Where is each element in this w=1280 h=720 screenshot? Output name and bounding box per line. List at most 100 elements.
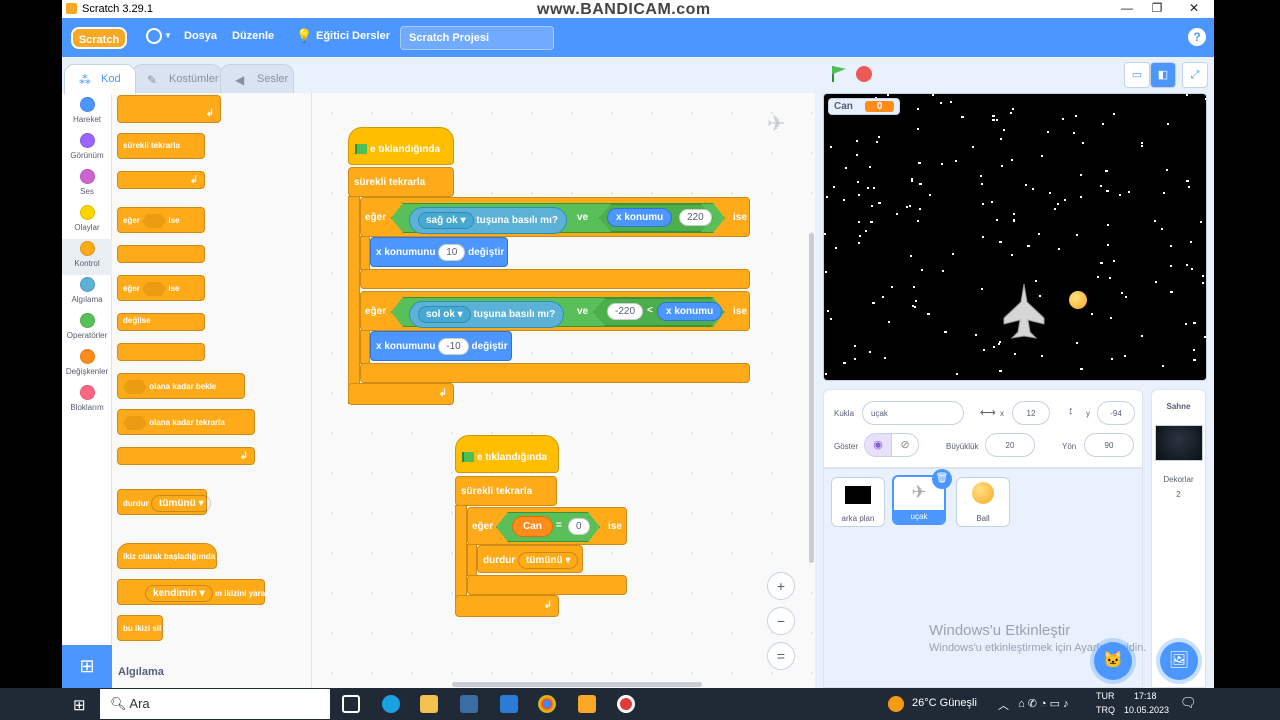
x-position-reporter[interactable]: x konumu xyxy=(607,208,673,227)
script2-stop-block[interactable]: durdur tümünü ▾ xyxy=(477,545,583,573)
clock-time[interactable]: 17:18 xyxy=(1134,691,1157,701)
zoom-in-button[interactable]: + xyxy=(767,572,795,600)
windows-start-icon[interactable]: ⊞ xyxy=(73,696,86,714)
menu-file[interactable]: Dosya xyxy=(184,30,217,42)
taskbar-search[interactable]: 🔍︎ Ara xyxy=(100,689,330,719)
normal-stage-icon[interactable]: ◧ xyxy=(1150,62,1176,88)
category-sensing[interactable]: Algılama xyxy=(62,277,112,304)
script1-if2-block[interactable]: eğer sol ok ▾ tuşuna basılı mı? ve -220 … xyxy=(360,291,750,331)
key-dropdown[interactable]: sağ ok ▾ xyxy=(418,212,474,229)
task-view-icon[interactable] xyxy=(342,695,360,713)
direction-input[interactable]: 90 xyxy=(1084,433,1134,457)
palette-if[interactable]: eğer ise xyxy=(117,207,205,233)
x-input[interactable]: 12 xyxy=(1012,401,1050,425)
bandicam-icon[interactable] xyxy=(617,695,635,713)
key-pressed-sensing[interactable]: sol ok ▾ tuşuna basılı mı? xyxy=(409,301,565,328)
mail-icon[interactable] xyxy=(500,695,518,713)
edge-icon[interactable] xyxy=(382,695,400,713)
eq-value-input[interactable]: 0 xyxy=(568,518,590,535)
change-x-input[interactable]: -10 xyxy=(438,338,469,355)
category-looks[interactable]: Görünüm xyxy=(62,133,112,160)
fullscreen-icon[interactable]: ⤢ xyxy=(1182,62,1208,88)
x-position-reporter[interactable]: x konumu xyxy=(657,302,723,321)
zoom-out-button[interactable]: − xyxy=(767,607,795,635)
tab-sounds[interactable]: ◀ Sesler xyxy=(220,64,294,94)
language-globe-icon[interactable] xyxy=(146,28,162,44)
script1-change-x-right[interactable]: x konumunu 10 değiştir xyxy=(370,237,508,267)
scratch-taskbar-icon[interactable] xyxy=(578,695,596,713)
script1-forever-block[interactable]: sürekli tekrarla xyxy=(348,167,454,197)
palette-wait-until[interactable]: olana kadar bekle xyxy=(117,373,245,399)
key-pressed-sensing[interactable]: sağ ok ▾ tuşuna basılı mı? xyxy=(409,207,567,234)
sprite-name-input[interactable]: uçak xyxy=(862,401,964,425)
lang-line2[interactable]: TRQ xyxy=(1096,705,1115,715)
change-x-input[interactable]: 10 xyxy=(438,244,466,261)
code-workspace[interactable]: ✈ e tıklandığında sürekli tekrarla eğer … xyxy=(312,93,815,688)
choose-backdrop-icon[interactable]: 🖼 xyxy=(1160,642,1198,680)
category-sound[interactable]: Ses xyxy=(62,169,112,196)
notification-icon[interactable]: 🗨 xyxy=(1180,695,1197,711)
sprite-thumb-plane[interactable]: ✈ uçak 🗑 xyxy=(892,469,952,525)
tray-chevron-icon[interactable]: ︿ xyxy=(998,697,1009,713)
script1-change-x-left[interactable]: x konumunu -10 değiştir xyxy=(370,331,512,361)
key-dropdown[interactable]: sol ok ▾ xyxy=(418,306,471,323)
size-input[interactable]: 20 xyxy=(985,433,1035,457)
palette-if-else[interactable]: eğer ise xyxy=(117,275,205,301)
file-explorer-icon[interactable] xyxy=(420,695,438,713)
stop-button[interactable] xyxy=(856,66,872,82)
sprite-thumb-ball[interactable]: Ball xyxy=(956,477,1010,527)
show-visible-icon[interactable]: ◉ xyxy=(864,433,892,457)
clone-dropdown[interactable]: kendimin ▾ xyxy=(145,585,213,602)
workspace-vertical-scrollbar[interactable] xyxy=(809,233,814,563)
workspace-horizontal-scrollbar[interactable] xyxy=(452,682,702,687)
small-stage-icon[interactable]: ▭ xyxy=(1124,62,1150,88)
choose-sprite-icon[interactable]: 🐱 xyxy=(1094,642,1132,680)
category-operators[interactable]: Operatörler xyxy=(62,313,112,340)
plane-sprite[interactable] xyxy=(1002,284,1046,340)
stop-dropdown[interactable]: tümünü ▾ xyxy=(151,495,212,512)
palette-create-clone[interactable]: kendimin ▾ ın ikizini yarat xyxy=(117,579,268,605)
can-variable-reporter[interactable]: Can xyxy=(512,516,553,537)
tab-code[interactable]: ⁂ Kod xyxy=(64,64,136,94)
zoom-reset-button[interactable]: = xyxy=(767,642,795,670)
palette-stop[interactable]: durdur tümünü ▾ xyxy=(117,489,212,515)
y-input[interactable]: -94 xyxy=(1097,401,1135,425)
delete-sprite-icon[interactable]: 🗑 xyxy=(932,469,952,489)
ball-sprite[interactable] xyxy=(1069,291,1087,309)
green-flag-button[interactable] xyxy=(832,66,846,75)
x-limit-input[interactable]: 220 xyxy=(679,209,712,226)
script1-if1-block[interactable]: eğer sağ ok ▾ tuşuna basılı mı? ve x kon… xyxy=(360,197,750,237)
store-icon[interactable] xyxy=(460,695,478,713)
clock-date[interactable]: 10.05.2023 xyxy=(1124,705,1169,715)
weather-text[interactable]: 26°C Güneşli xyxy=(912,697,977,709)
maximize-button[interactable]: ❐ xyxy=(1147,1,1167,15)
sprite-thumb-background[interactable]: arka plan xyxy=(831,477,885,527)
script1-hat-block[interactable]: e tıklandığında xyxy=(348,127,454,165)
x-limit-input[interactable]: -220 xyxy=(607,303,644,320)
palette-repeat-until[interactable]: olana kadar tekrarla xyxy=(117,409,255,435)
script2-hat-block[interactable]: e tıklandığında xyxy=(455,435,559,473)
category-variables[interactable]: Değişkenler xyxy=(62,349,112,376)
category-motion[interactable]: Hareket xyxy=(62,97,112,124)
palette-clone-start[interactable]: ikiz olarak başladığımda xyxy=(117,543,217,569)
palette-forever[interactable]: sürekli tekrarla xyxy=(117,133,205,159)
palette-block-tail[interactable]: ↲ xyxy=(117,95,221,123)
menu-edit[interactable]: Düzenle xyxy=(232,30,274,42)
minimize-button[interactable]: — xyxy=(1117,1,1137,15)
stage-canvas[interactable]: Can 0 xyxy=(823,93,1207,381)
close-button[interactable]: ✕ xyxy=(1184,1,1204,15)
tray-app-icons[interactable]: ⌂ ✆ ◔ ▭ ♪ xyxy=(1018,697,1069,710)
menu-tutorials[interactable]: Eğitici Dersler xyxy=(316,30,390,42)
palette-delete-clone[interactable]: bu ikizi sil xyxy=(117,615,163,641)
lang-line1[interactable]: TUR xyxy=(1096,691,1115,701)
tab-costumes[interactable]: ✎ Kostümler xyxy=(132,64,222,94)
add-extension-button[interactable]: ⊞ xyxy=(62,645,112,688)
hide-icon[interactable]: ⊘ xyxy=(891,433,919,457)
category-events[interactable]: Olaylar xyxy=(62,205,112,232)
stop-dropdown[interactable]: tümünü ▾ xyxy=(518,552,579,569)
script2-forever-block[interactable]: sürekli tekrarla xyxy=(455,476,557,506)
scratch-logo[interactable]: Scratch xyxy=(71,27,127,49)
help-icon[interactable]: ? xyxy=(1188,28,1206,46)
project-title-input[interactable]: Scratch Projesi xyxy=(400,26,554,50)
script2-if-block[interactable]: eğer Can = 0 ise xyxy=(467,507,627,545)
